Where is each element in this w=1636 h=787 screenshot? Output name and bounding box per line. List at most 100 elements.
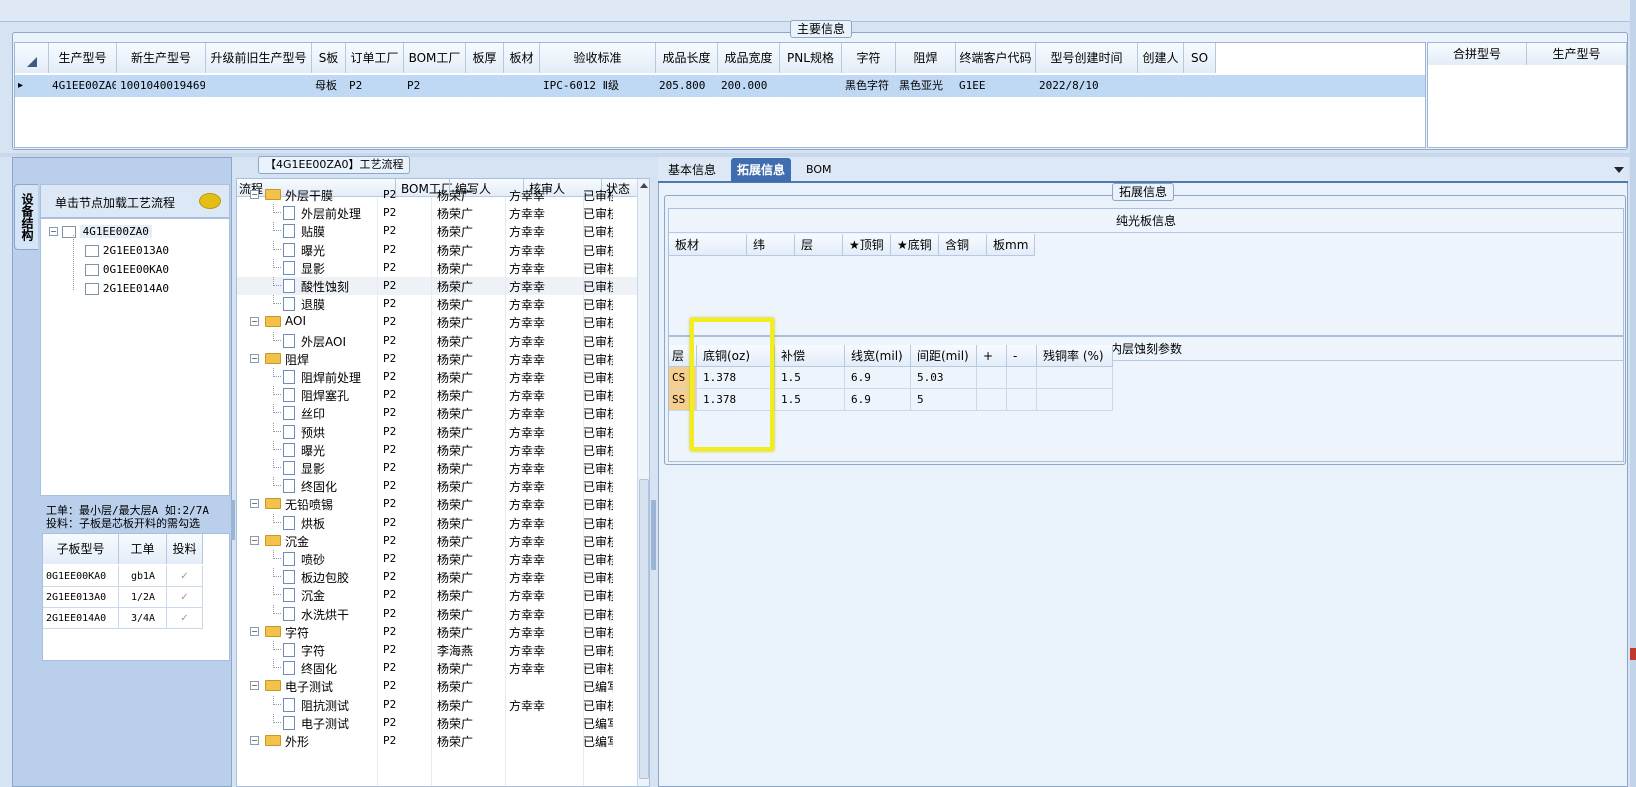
main-col-header[interactable]: 成品宽度 [718,43,780,73]
main-col-header[interactable]: 升级前旧生产型号 [206,43,312,73]
etch-value-cell[interactable]: 6.9 [845,367,911,389]
tab-bom[interactable]: BOM [800,158,838,182]
flow-group-row[interactable]: − 外形 P2 杨荣广 已编写 [237,732,637,750]
main-col-header[interactable]: SO [1184,43,1216,73]
sub-row-model[interactable]: 2G1EE013A0 [43,587,119,608]
plain-board-col[interactable]: 板材 [669,234,747,256]
main-col-header[interactable]: PNL规格 [780,43,842,73]
flow-group-row[interactable]: − 字符 P2 杨荣广 方幸幸 已审核 [237,623,637,641]
etch-col[interactable]: 残铜率 (%) [1037,345,1113,367]
flow-group-row[interactable]: − 外层干膜 P2 杨荣广 方幸幸 已审核 [237,186,637,204]
etch-value-cell[interactable] [1037,389,1113,411]
etch-value-cell[interactable]: 6.9 [845,389,911,411]
flow-step-row[interactable]: 贴膜 P2 杨荣广 方幸幸 已审核 [237,222,637,240]
tab-dropdown-icon[interactable] [1614,167,1624,173]
etch-value-cell[interactable] [1037,367,1113,389]
flow-step-row[interactable]: 丝印 P2 杨荣广 方幸幸 已审核 [237,404,637,422]
sub-row-order[interactable]: 3/4A [119,608,167,629]
sub-row-feed-checkbox[interactable]: ✓ [167,566,203,587]
sub-row-order[interactable]: 1/2A [119,587,167,608]
node-checkbox-icon[interactable] [85,282,99,295]
main-col-header[interactable]: 阻焊 [896,43,956,73]
etch-col[interactable]: 补偿 [775,345,845,367]
flow-scrollbar[interactable] [637,179,649,786]
plain-board-col[interactable]: ★底铜 [891,234,939,256]
merge-model-header[interactable]: 合拼型号 [1428,43,1527,65]
flow-step-row[interactable]: 酸性蚀刻 P2 杨荣广 方幸幸 已审核 [237,277,637,295]
tree-node-child[interactable]: 0G1EE00KA0 [85,260,169,279]
plain-board-col[interactable]: 板mm [987,234,1035,256]
tree-node-root[interactable]: − 4G1EE00ZA0 [49,222,152,241]
collapse-icon[interactable]: − [250,681,259,690]
collapse-icon[interactable]: − [49,227,58,236]
plain-board-col[interactable]: 纬 [747,234,795,256]
plain-board-col[interactable]: 含铜 [939,234,987,256]
flow-group-row[interactable]: − 沉金 P2 杨荣广 方幸幸 已审核 [237,532,637,550]
flow-group-row[interactable]: − 阻焊 P2 杨荣广 方幸幸 已审核 [237,350,637,368]
collapse-icon[interactable]: − [250,536,259,545]
col-feed[interactable]: 投料 [167,534,203,564]
scroll-thumb[interactable] [639,479,649,779]
sub-row-model[interactable]: 0G1EE00KA0 [43,566,119,587]
collapse-icon[interactable]: − [250,499,259,508]
sub-row-model[interactable]: 2G1EE014A0 [43,608,119,629]
main-info-row[interactable]: ▸ 4G1EE00ZA0 10010400194690 母板 P2 P2 IPC-6012… [15,75,1425,97]
etch-col[interactable]: + [977,345,1007,367]
main-col-header[interactable]: 型号创建时间 [1036,43,1138,73]
flow-step-row[interactable]: 电子测试 P2 杨荣广 已编写 [237,714,637,732]
main-col-header[interactable]: 验收标准 [540,43,656,73]
flow-step-row[interactable]: 外层AOI P2 杨荣广 方幸幸 已审核 [237,332,637,350]
node-checkbox-icon[interactable] [85,244,99,257]
flow-step-row[interactable]: 预烘 P2 杨荣广 方幸幸 已审核 [237,423,637,441]
tree-node-child[interactable]: 2G1EE014A0 [85,279,169,298]
sub-row-order[interactable]: gb1A [119,566,167,587]
flow-step-row[interactable]: 阻抗测试 P2 杨荣广 方幸幸 已审核 [237,696,637,714]
main-col-header[interactable]: 板厚 [466,43,504,73]
etch-col[interactable]: 线宽(mil) [845,345,911,367]
col-order[interactable]: 工单 [119,534,167,564]
merge-production-model-header[interactable]: 生产型号 [1527,43,1627,65]
collapse-icon[interactable]: − [250,354,259,363]
main-col-header[interactable]: 创建人 [1138,43,1184,73]
flow-step-row[interactable]: 显影 P2 杨荣广 方幸幸 已审核 [237,259,637,277]
etch-value-cell[interactable]: 5.03 [911,367,977,389]
etch-value-cell[interactable]: 1.5 [775,367,845,389]
flow-group-row[interactable]: − 无铅喷锡 P2 杨荣广 方幸幸 已审核 [237,495,637,513]
vertical-tab-equipment-structure[interactable]: 设备结构 [14,184,38,250]
collapse-icon[interactable]: − [250,190,259,199]
etch-value-cell[interactable] [977,389,1007,411]
plain-board-col[interactable]: 层 [795,234,843,256]
tree-node-child[interactable]: 2G1EE013A0 [85,241,169,260]
flow-group-row[interactable]: − 电子测试 P2 杨荣广 已编写 [237,677,637,695]
flow-step-row[interactable]: 曝光 P2 杨荣广 方幸幸 已审核 [237,441,637,459]
etch-col[interactable]: 间距(mil) [911,345,977,367]
main-col-header[interactable]: S板 [312,43,346,73]
left-splitter-handle[interactable] [231,500,235,540]
flow-step-row[interactable]: 喷砂 P2 杨荣广 方幸幸 已审核 [237,550,637,568]
col-sub-model[interactable]: 子板型号 [43,534,119,564]
collapse-icon[interactable]: − [250,317,259,326]
flow-step-row[interactable]: 阻焊塞孔 P2 杨荣广 方幸幸 已审核 [237,386,637,404]
plain-board-col[interactable]: ★顶铜 [843,234,891,256]
flow-step-row[interactable]: 终固化 P2 杨荣广 方幸幸 已审核 [237,477,637,495]
main-col-header[interactable]: 字符 [842,43,896,73]
main-col-header[interactable]: 生产型号 [49,43,117,73]
flow-step-row[interactable]: 显影 P2 杨荣广 方幸幸 已审核 [237,459,637,477]
flow-step-row[interactable]: 板边包胶 P2 杨荣广 方幸幸 已审核 [237,568,637,586]
sub-row-feed-checkbox[interactable]: ✓ [167,587,203,608]
main-col-header[interactable]: 终端客户代码 [956,43,1036,73]
etch-value-cell[interactable] [1007,367,1037,389]
collapse-icon[interactable]: − [250,627,259,636]
flow-group-row[interactable]: − AOI P2 杨荣广 方幸幸 已审核 [237,313,637,331]
flow-step-row[interactable]: 烘板 P2 杨荣广 方幸幸 已审核 [237,514,637,532]
etch-value-cell[interactable] [1007,389,1037,411]
main-col-header[interactable]: BOM工厂 [404,43,466,73]
sub-row-feed-checkbox[interactable]: ✓ [167,608,203,629]
main-col-header[interactable]: 订单工厂 [346,43,404,73]
flow-step-row[interactable]: 退膜 P2 杨荣广 方幸幸 已审核 [237,295,637,313]
etch-value-cell[interactable] [977,367,1007,389]
flow-step-row[interactable]: 终固化 P2 杨荣广 方幸幸 已审核 [237,659,637,677]
flow-step-row[interactable]: 水洗烘干 P2 杨荣广 方幸幸 已审核 [237,605,637,623]
etch-col[interactable]: - [1007,345,1037,367]
main-col-header[interactable]: 板材 [504,43,540,73]
